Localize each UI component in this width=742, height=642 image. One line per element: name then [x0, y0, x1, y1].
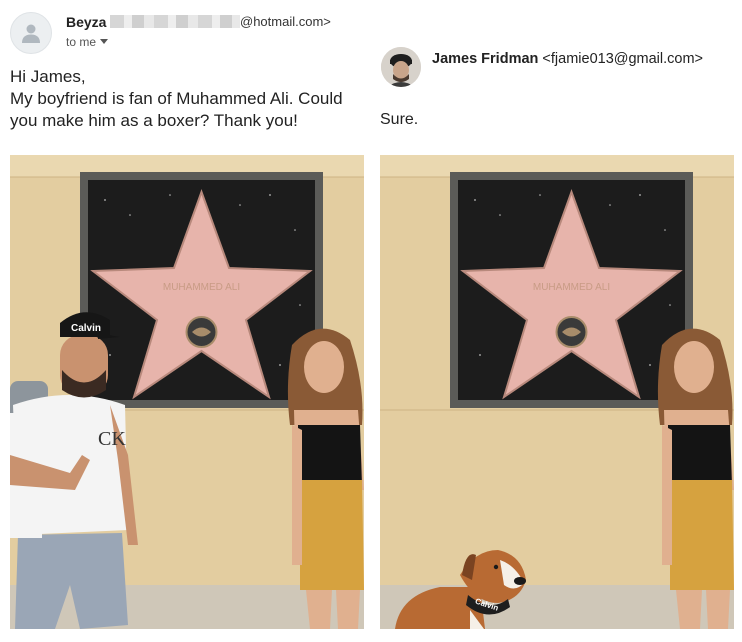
reply-sender: James Fridman <fjamie013@gmail.com> [432, 51, 703, 67]
email-body-line-1: My boyfriend is fan of Muhammed Ali. Cou… [10, 89, 343, 108]
reply-sender-email: <fjamie013@gmail.com> [542, 51, 704, 67]
edited-photo: MUHAMMED ALI Calvin [380, 155, 734, 629]
email-body: Hi James, My boyfriend is fan of Muhamme… [10, 66, 370, 132]
star-engraving: MUHAMMED ALI [163, 282, 240, 293]
sender-name: Beyza [66, 14, 107, 30]
recipient-label: to me [66, 35, 97, 49]
chevron-down-icon [100, 39, 109, 44]
reply-body: Sure. [380, 111, 419, 128]
sender-avatar[interactable] [10, 12, 52, 54]
original-photo: MUHAMMED ALI Calvin CK [10, 155, 364, 629]
svg-text:CK: CK [98, 428, 126, 450]
avatar-photo [381, 47, 421, 87]
email-body-line-2: you make him as a boxer? Thank you! [10, 111, 298, 130]
walk-of-fame-plaque: MUHAMMED ALI [80, 172, 323, 408]
cap-logo: Calvin [71, 323, 101, 334]
recipient-dropdown[interactable]: to me [66, 35, 109, 49]
person-icon [22, 24, 40, 43]
walk-of-fame-plaque: MUHAMMED ALI [450, 172, 693, 408]
star-engraving: MUHAMMED ALI [533, 282, 610, 293]
reply-sender-name: James Fridman [432, 51, 539, 67]
sender-email: @hotmail.com> [110, 14, 331, 29]
sender-email-suffix: @hotmail.com> [240, 14, 331, 29]
email-greeting: Hi James, [10, 67, 86, 86]
reply-avatar[interactable] [381, 47, 421, 87]
redacted-email-block [110, 15, 240, 28]
